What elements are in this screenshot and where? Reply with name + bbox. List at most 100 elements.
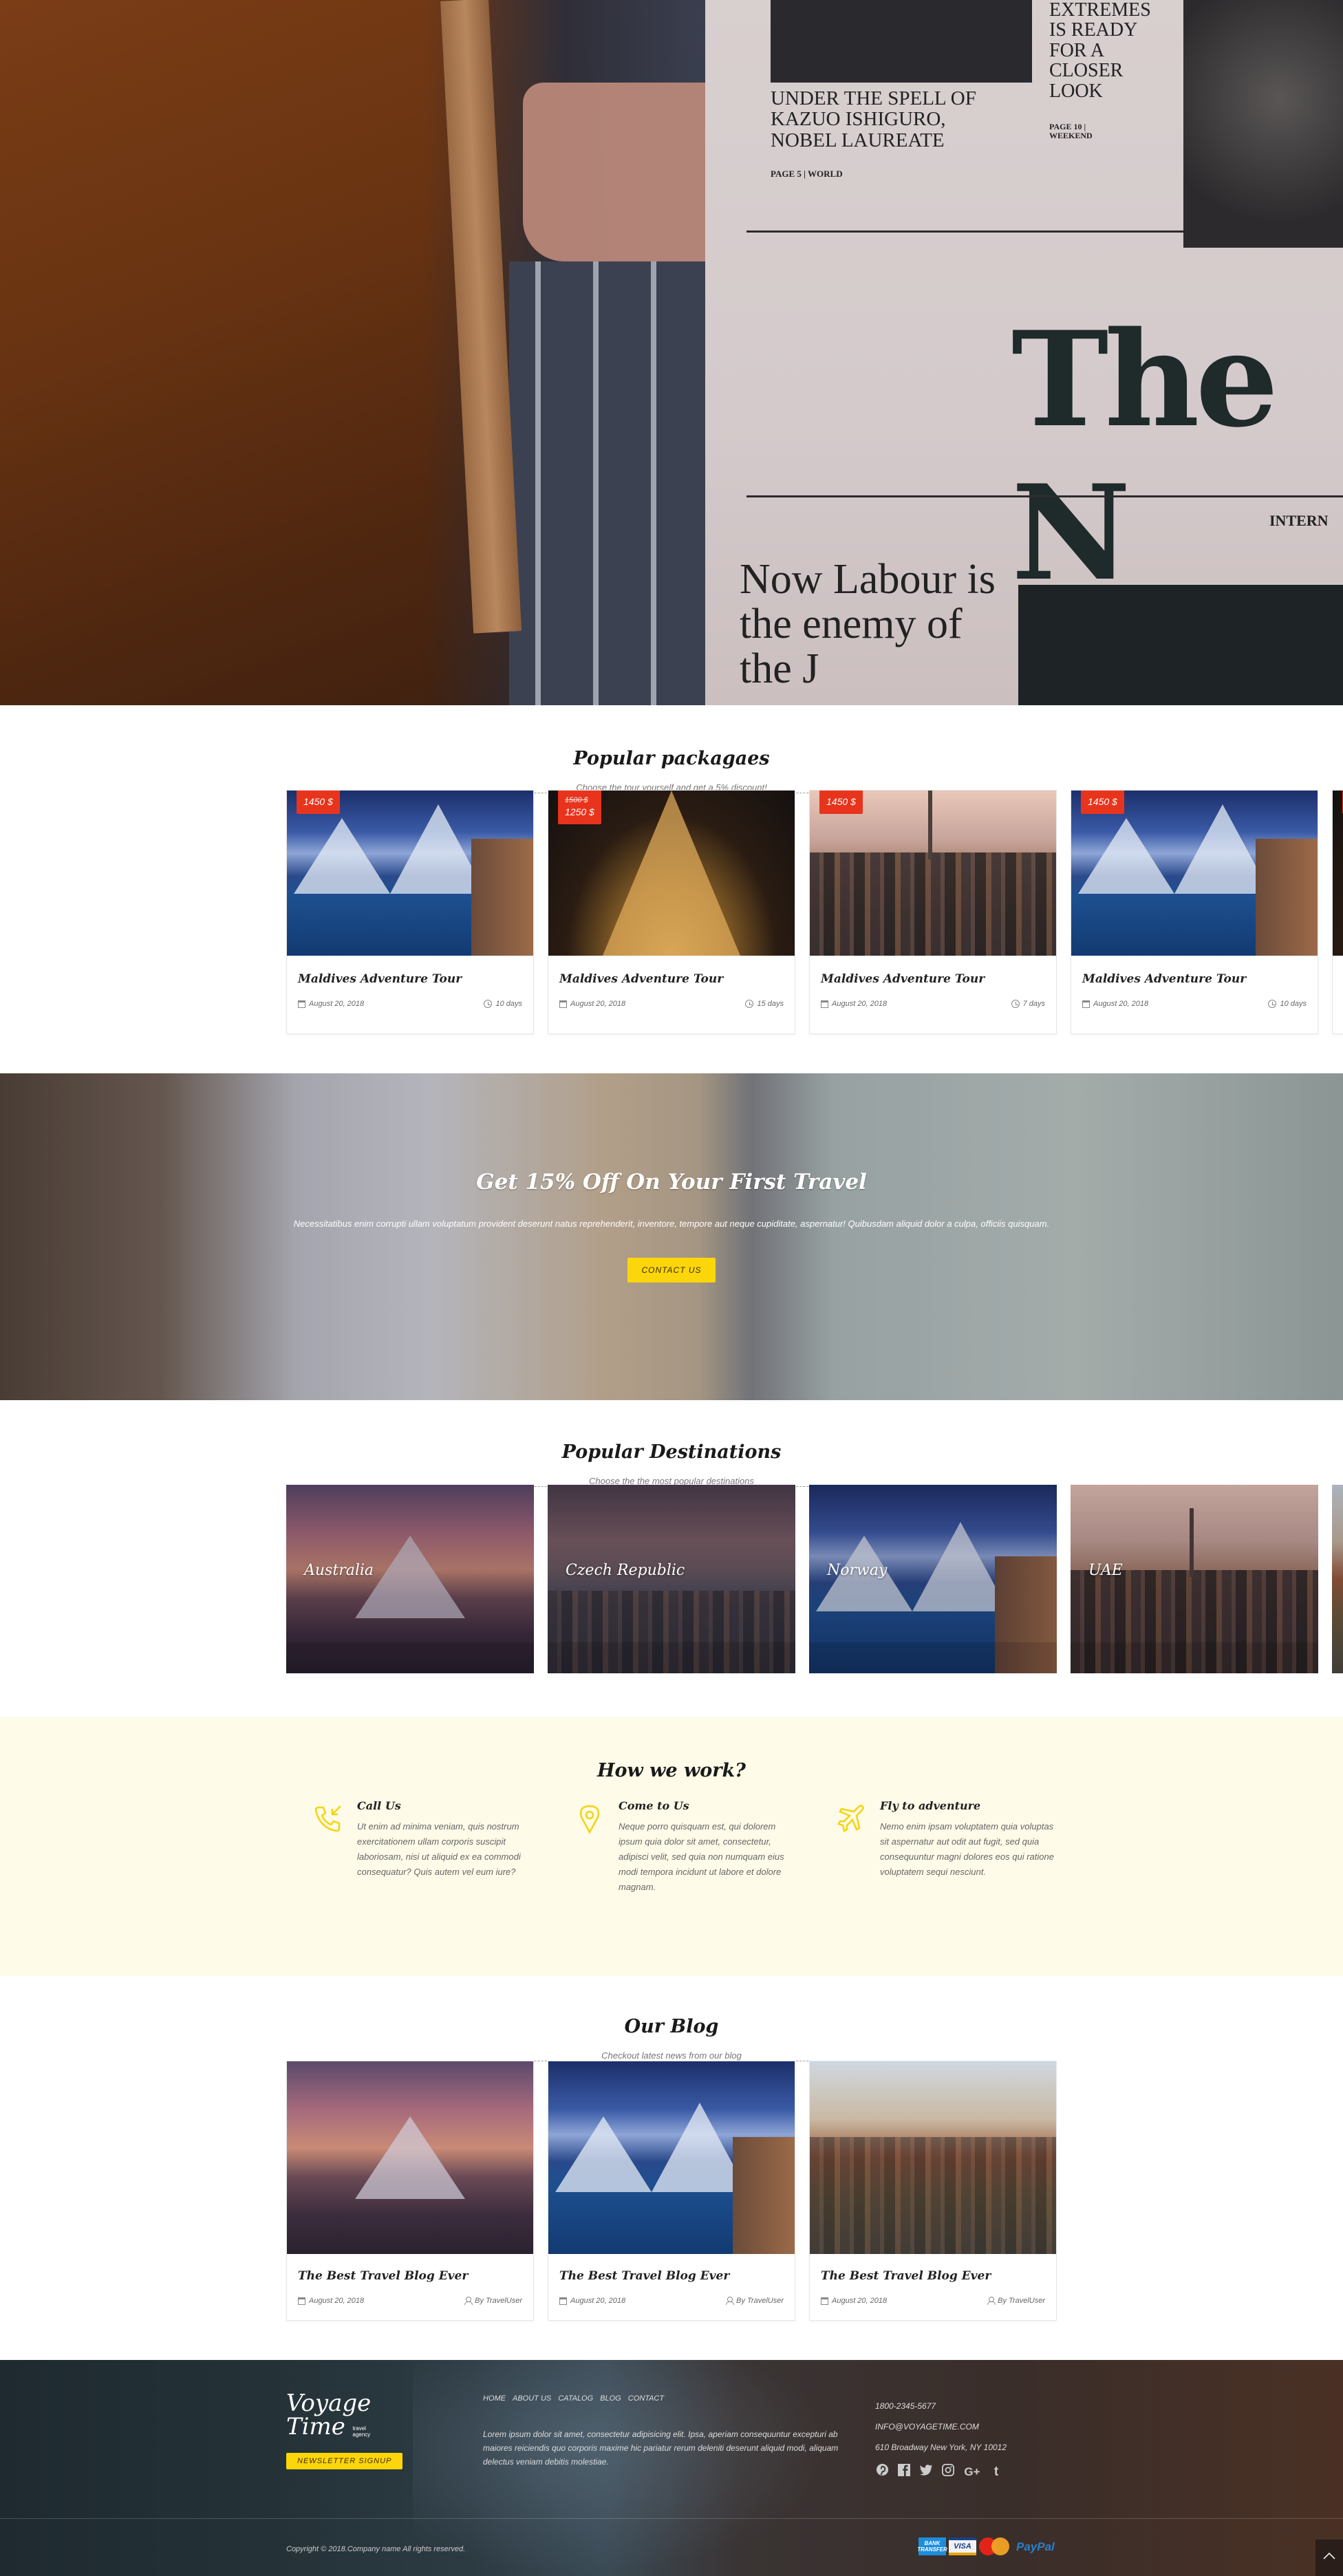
- author-text[interactable]: By TravelUser: [475, 2297, 522, 2305]
- package-duration: 15 days: [745, 1000, 784, 1008]
- package-date: August 20, 2018: [559, 1000, 625, 1008]
- logo-tag: agency: [352, 2431, 371, 2438]
- destination-name: UAE: [1088, 1562, 1123, 1579]
- calendar-icon: [1082, 1000, 1090, 1008]
- tumblr-icon[interactable]: t: [989, 2465, 1003, 2480]
- footer-nav-about-us[interactable]: ABOUT US: [513, 2394, 551, 2403]
- price-badge: 1450 $: [1081, 791, 1124, 814]
- footer-nav-catalog[interactable]: CATALOG: [558, 2394, 593, 2403]
- twitter-icon[interactable]: [919, 2464, 933, 2480]
- hero-stripes: [509, 261, 705, 705]
- package-title[interactable]: Maldives Adventure Tour: [821, 972, 1045, 986]
- airplane-icon: [836, 1799, 868, 1895]
- package-image[interactable]: [1333, 791, 1343, 956]
- section-title: How we work?: [597, 1760, 746, 1781]
- map-pin-icon: [574, 1799, 606, 1895]
- blog-title[interactable]: The Best Travel Blog Ever: [821, 2269, 1045, 2283]
- calendar-icon: [559, 1000, 567, 1008]
- blog-image[interactable]: [287, 2061, 533, 2254]
- payment-methods: BANK TRANSFER VISA PayPal: [917, 2537, 1055, 2555]
- destination-card[interactable]: UAE: [1071, 1485, 1318, 1673]
- footer-phone[interactable]: 1800-2345-5677: [875, 2396, 1007, 2416]
- blog-title[interactable]: The Best Travel Blog Ever: [298, 2269, 522, 2283]
- blog-section: Our Blog Checkout latest news from our b…: [0, 1976, 1343, 2360]
- hero-banner: UNDER THE SPELL OF KAZUO ISHIGURO, NOBEL…: [0, 0, 1343, 705]
- blog-image[interactable]: [548, 2061, 795, 2254]
- package-card[interactable]: 1450 $ Maldives Adventure Tour August 20, …: [809, 790, 1057, 1034]
- destination-card[interactable]: Czech Republic: [548, 1485, 795, 1673]
- package-body: Maldives Adventure Tour August 20, 2018 15…: [548, 956, 795, 1033]
- footer-email[interactable]: INFO@VOYAGETIME.COM: [875, 2416, 1007, 2437]
- blog-image[interactable]: [810, 2061, 1056, 2254]
- google-plus-icon[interactable]: G+: [963, 2465, 981, 2479]
- blog-card[interactable]: The Best Travel Blog Ever August 20, 2018…: [809, 2061, 1057, 2321]
- pinterest-icon[interactable]: [875, 2463, 889, 2480]
- how-step-text: Neque porro quisquam est, qui dolorem ip…: [619, 1821, 784, 1892]
- package-image[interactable]: 1500 $ 1250 $: [548, 791, 795, 956]
- footer-logo[interactable]: Voyage Time travel agency: [286, 2392, 371, 2438]
- logo-line-1: Voyage: [286, 2390, 372, 2417]
- how-step-title: Fly to adventure: [880, 1799, 981, 1812]
- package-card[interactable]: 1450 $ Maldives Adventure Tour August 20, …: [1071, 790, 1318, 1034]
- section-title: Our Blog: [624, 2016, 719, 2037]
- package-title[interactable]: Maldives Adventure Tour: [1082, 972, 1307, 986]
- package-title[interactable]: Maldives Adventure Tour: [559, 972, 784, 986]
- footer-nav-blog[interactable]: BLOG: [600, 2394, 621, 2403]
- how-step-text: Nemo enim ipsam voluptatem quia voluptas…: [880, 1821, 1054, 1877]
- facebook-icon[interactable]: [897, 2463, 911, 2480]
- bank-transfer-icon: BANK TRANSFER: [917, 2537, 947, 2555]
- blog-posts: The Best Travel Blog Ever August 20, 2018…: [286, 2061, 1057, 2321]
- package-image[interactable]: 1450 $: [1071, 791, 1318, 956]
- logo-tag: travel: [352, 2425, 366, 2432]
- package-title[interactable]: Maldives Adventure Tour: [298, 972, 522, 986]
- how-step: Call Us Ut enim ad minima veniam, quis n…: [313, 1799, 574, 1895]
- package-meta: August 20, 2018 10 days: [298, 1000, 522, 1008]
- hero-hand: [523, 83, 705, 261]
- package-duration: 10 days: [1268, 1000, 1307, 1008]
- how-step: Fly to adventure Nemo enim ipsam volupta…: [836, 1799, 1097, 1895]
- blog-card[interactable]: The Best Travel Blog Ever August 20, 2018…: [286, 2061, 534, 2321]
- package-image[interactable]: 1450 $: [287, 791, 533, 956]
- contact-us-button[interactable]: CONTACT US: [627, 1258, 716, 1282]
- destination-card[interactable]: Norway: [809, 1485, 1057, 1673]
- footer-about-text: Lorem ipsum dolor sit amet, consectetur …: [483, 2429, 839, 2467]
- blog-date: August 20, 2018: [298, 2297, 364, 2305]
- blog-author: By TravelUser: [464, 2297, 522, 2305]
- user-icon: [464, 2297, 473, 2305]
- duration-text: 7 days: [1022, 1000, 1045, 1008]
- newspaper-headline: Now Labour is the enemy of the J: [740, 556, 996, 693]
- date-text: August 20, 2018: [832, 1000, 888, 1008]
- footer-nav-contact[interactable]: CONTACT: [628, 2394, 664, 2403]
- author-text[interactable]: By TravelUser: [998, 2297, 1045, 2305]
- package-card[interactable]: 1500 $ 1250 $ Maldives Adventure Tour Augus…: [548, 790, 795, 1034]
- promo-title: Get 15% Off On Your First Travel: [476, 1170, 867, 1194]
- card-shade: [548, 1642, 795, 1673]
- blog-card[interactable]: The Best Travel Blog Ever August 20, 2018…: [548, 2061, 795, 2321]
- blog-body: The Best Travel Blog Ever August 20, 2018…: [548, 2254, 795, 2320]
- footer-nav-home[interactable]: HOME: [483, 2394, 506, 2403]
- back-to-top-button[interactable]: [1315, 2540, 1343, 2576]
- blog-meta: August 20, 2018 By TravelUser: [821, 2297, 1045, 2305]
- how-step-title: Come to Us: [619, 1799, 689, 1812]
- destination-card-partial[interactable]: [1332, 1485, 1343, 1673]
- package-image[interactable]: 1450 $: [810, 791, 1056, 956]
- blog-date: August 20, 2018: [821, 2297, 887, 2305]
- package-meta: August 20, 2018 7 days: [821, 1000, 1045, 1008]
- newsletter-signup-button[interactable]: NEWSLETTER SIGNUP: [286, 2453, 403, 2469]
- calendar-icon: [559, 2297, 567, 2305]
- blog-title[interactable]: The Best Travel Blog Ever: [559, 2269, 784, 2283]
- promo-text: Necessitatibus enim corrupti ullam volup…: [293, 1219, 1050, 1229]
- package-card-partial[interactable]: [1332, 790, 1343, 1034]
- package-card[interactable]: 1450 $ Maldives Adventure Tour August 20, …: [286, 790, 534, 1034]
- instagram-icon[interactable]: [941, 2463, 955, 2480]
- package-duration: 10 days: [484, 1000, 522, 1008]
- duration-text: 10 days: [1280, 1000, 1307, 1008]
- price-badge: 1500 $ 1250 $: [558, 791, 601, 824]
- package-meta: August 20, 2018 10 days: [1082, 1000, 1307, 1008]
- packages-carousel[interactable]: 1450 $ Maldives Adventure Tour August 20, …: [286, 790, 1343, 1034]
- newspaper-section: INTERN: [1269, 512, 1329, 529]
- destinations-carousel[interactable]: Australia Czech Republic Norway UAE: [286, 1485, 1343, 1673]
- price: 1450 $: [826, 796, 856, 807]
- destination-card[interactable]: Australia: [286, 1485, 534, 1673]
- author-text[interactable]: By TravelUser: [736, 2297, 784, 2305]
